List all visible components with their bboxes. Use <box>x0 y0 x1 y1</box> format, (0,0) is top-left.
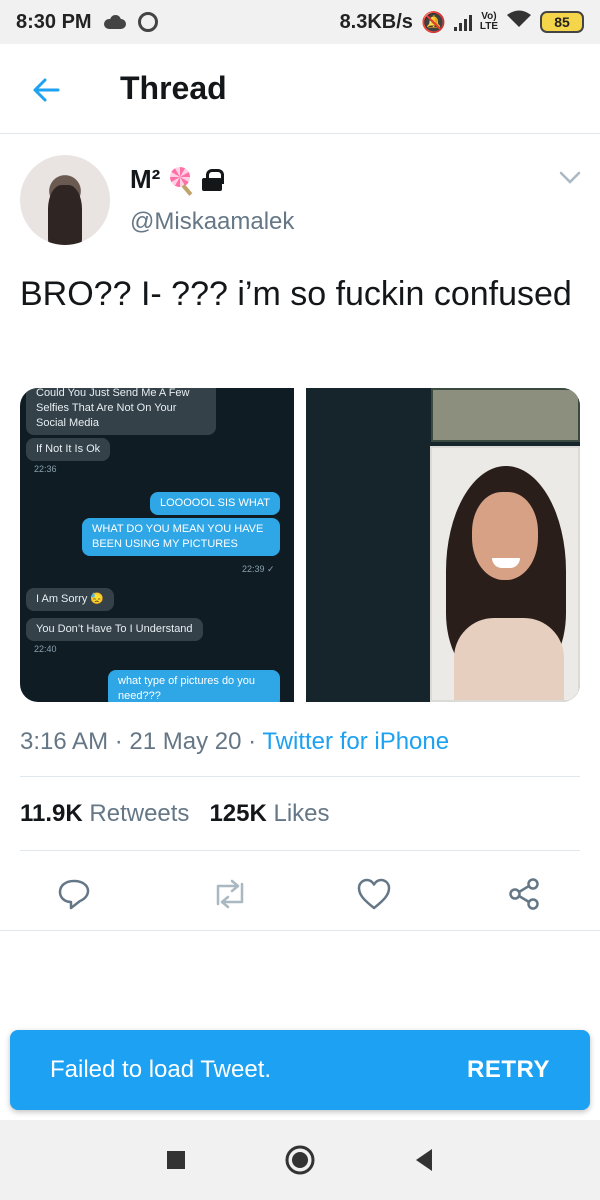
chat-time: 22:36 <box>34 464 57 474</box>
chat-time: 22:40 <box>34 644 57 654</box>
chevron-down-icon[interactable] <box>558 170 582 186</box>
author-name-row[interactable]: M² <box>130 164 225 195</box>
chat-screenshot-image[interactable]: Could You Just Send Me A Few Selfies Tha… <box>20 388 294 702</box>
retry-button[interactable]: RETRY <box>467 1056 550 1084</box>
chat-message: I Am Sorry 😓 <box>26 588 115 611</box>
chat-message: You Don’t Have To I Understand <box>26 618 203 641</box>
retweets-label[interactable]: Retweets <box>89 800 189 827</box>
display-name: M² <box>130 164 161 194</box>
page-title: Thread <box>120 70 227 106</box>
cloud-icon <box>102 15 128 29</box>
volte-icon: Vo) LTE <box>479 11 498 32</box>
tweet-source-link[interactable]: Twitter for iPhone <box>262 728 449 755</box>
toast-message: Failed to load Tweet. <box>50 1056 272 1083</box>
back-arrow-icon[interactable] <box>30 74 62 106</box>
chat-message: LOOOOOL SIS WHAT <box>150 492 281 515</box>
selfie-photo-image[interactable] <box>306 388 580 702</box>
chat-message: If Not It Is Ok <box>26 438 111 461</box>
error-toast: Failed to load Tweet. RETRY <box>10 1030 590 1110</box>
tweet-timestamp: 3:16 AM · 21 May 20 · <box>20 728 263 755</box>
divider <box>20 776 580 777</box>
chat-message: WHAT DO YOU MEAN YOU HAVE BEEN USING MY … <box>82 518 280 556</box>
heart-icon[interactable] <box>354 874 394 914</box>
tweet-actions <box>0 860 600 930</box>
divider <box>20 850 580 851</box>
chat-time: 22:39 ✓ <box>242 564 275 574</box>
wifi-icon <box>506 9 532 35</box>
circle-icon <box>137 12 158 32</box>
tweet-stats: 11.9K Retweets 125K Likes <box>20 800 330 828</box>
retweet-icon[interactable] <box>210 874 250 914</box>
retweets-count[interactable]: 11.9K <box>20 800 83 827</box>
photo-thumbnail <box>431 388 580 442</box>
avatar[interactable] <box>20 155 110 245</box>
network-speed: 8.3KB/s <box>339 10 413 33</box>
divider <box>0 930 600 931</box>
tweet-meta: 3:16 AM · 21 May 20 · Twitter for iPhone <box>20 728 449 756</box>
status-bar: 8:30 PM 8.3KB/s 🔕 Vo) LTE 85 <box>0 0 600 44</box>
chat-message: what type of pictures do you need??? <box>108 670 280 702</box>
likes-label[interactable]: Likes <box>274 800 330 827</box>
lock-icon <box>202 168 225 191</box>
share-icon[interactable] <box>504 874 544 914</box>
system-nav-bar <box>0 1120 600 1200</box>
likes-count[interactable]: 125K <box>209 800 266 827</box>
battery-icon: 85 <box>540 11 584 33</box>
status-time: 8:30 PM <box>16 10 92 33</box>
lollipop-emoji-icon <box>168 166 194 193</box>
author-handle[interactable]: @Miskaamalek <box>130 208 294 236</box>
home-icon[interactable] <box>284 1144 316 1176</box>
recents-icon[interactable] <box>160 1144 192 1176</box>
app-header: Thread <box>0 44 600 134</box>
selfie-image <box>430 446 580 702</box>
chat-message: Could You Just Send Me A Few Selfies Tha… <box>26 388 216 435</box>
back-nav-icon[interactable] <box>408 1144 440 1176</box>
signal-icon <box>453 13 472 31</box>
bell-off-icon: 🔕 <box>420 11 446 34</box>
tweet-media[interactable]: Could You Just Send Me A Few Selfies Tha… <box>20 388 580 702</box>
tweet-text: BRO?? I- ??? i’m so fuckin confused <box>20 275 572 313</box>
reply-icon[interactable] <box>54 874 94 914</box>
